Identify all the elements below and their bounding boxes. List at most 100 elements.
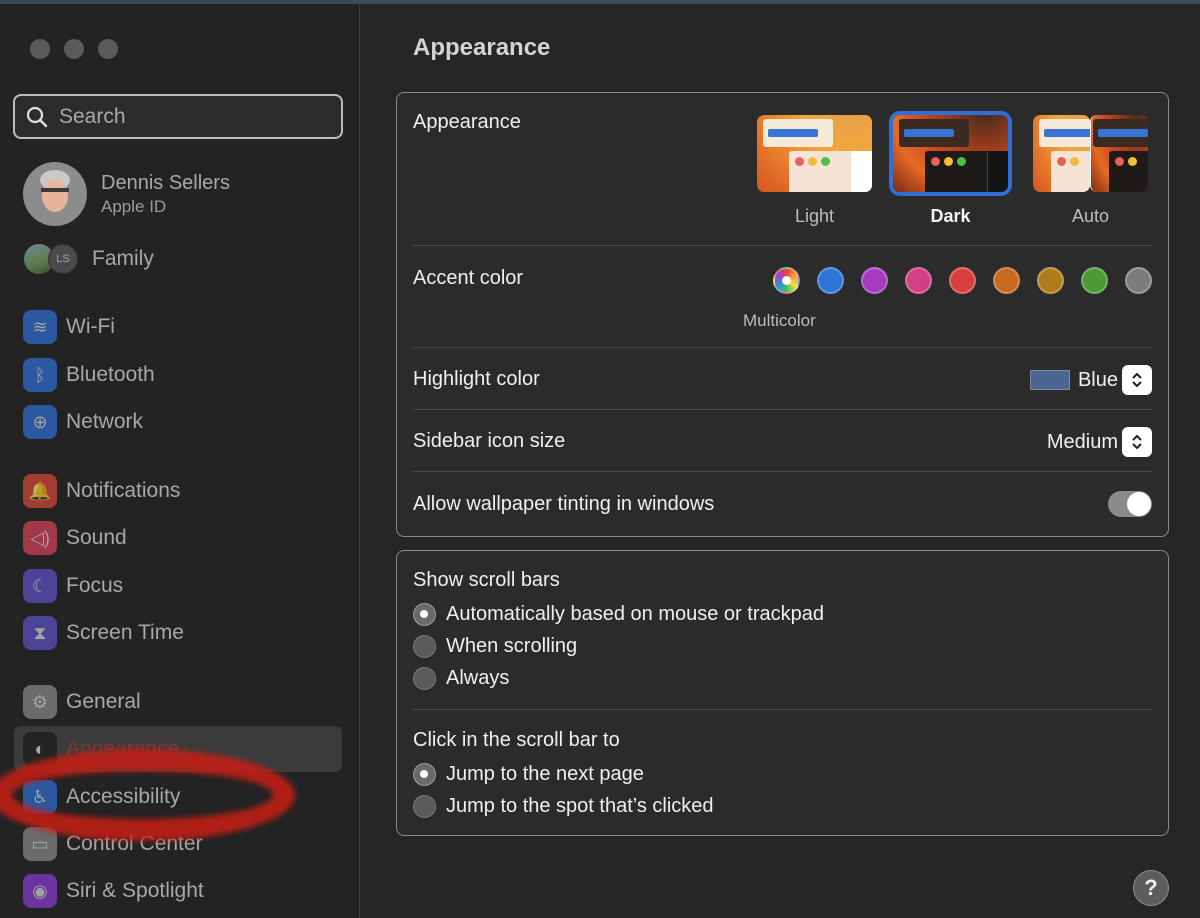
sidebar-item-general[interactable]: ⚙ General (14, 679, 342, 725)
accent-swatch-yellow[interactable] (1037, 267, 1064, 294)
theme-label-dark: Dark (930, 206, 971, 226)
radio-button[interactable] (413, 667, 436, 690)
theme-label-auto: Auto (1071, 206, 1110, 226)
family-member-initials: LS (48, 244, 78, 274)
control-center-icon: ▭ (23, 827, 57, 861)
sidebar-item-label: Notifications (66, 479, 181, 502)
accent-swatch-pink[interactable] (905, 267, 932, 294)
main-pane: Appearance Appearance Light Dark Auto Ac… (361, 4, 1200, 918)
sidebar: Dennis Sellers Apple ID LS Family ≋ Wi-Fi… (0, 4, 360, 918)
bell-icon: 🔔 (23, 474, 57, 508)
bluetooth-icon: ᛒ (23, 358, 57, 392)
sidebar-item-label: Control Center (66, 832, 203, 855)
speaker-icon: ◁) (23, 521, 57, 555)
sidebar-item-label: Siri & Spotlight (66, 879, 204, 902)
sidebar-item-bluetooth[interactable]: ᛒ Bluetooth (14, 352, 342, 398)
show-scroll-bars-label: Show scroll bars (413, 569, 560, 591)
theme-option-auto[interactable]: Auto (1029, 111, 1152, 227)
highlight-color-popup[interactable]: Blue (1029, 365, 1152, 395)
sidebar-item-sound[interactable]: ◁) Sound (14, 515, 342, 561)
divider (413, 409, 1152, 410)
account-name: Dennis Sellers (101, 171, 230, 194)
accent-swatch-red[interactable] (949, 267, 976, 294)
divider (413, 709, 1152, 710)
theme-label-light: Light (794, 206, 835, 226)
accent-swatch-purple[interactable] (861, 267, 888, 294)
minimize-button[interactable] (64, 39, 84, 59)
help-button[interactable]: ? (1133, 870, 1169, 906)
appearance-panel: Appearance Light Dark Auto Accent color … (396, 92, 1169, 537)
dark-thumbnail (893, 115, 1008, 192)
close-button[interactable] (30, 39, 50, 59)
sidebar-item-label: Wi-Fi (66, 315, 115, 338)
family-label: Family (92, 247, 154, 270)
accent-swatch-graphite[interactable] (1125, 267, 1152, 294)
wifi-icon: ≋ (23, 310, 57, 344)
radio-button[interactable] (413, 635, 436, 658)
wallpaper-tinting-toggle[interactable] (1108, 491, 1152, 517)
siri-icon: ◉ (23, 874, 57, 908)
accessibility-icon: ♿ (23, 780, 57, 814)
radio-option[interactable]: Jump to the next page (413, 763, 644, 786)
radio-button[interactable] (413, 763, 436, 786)
radio-label: When scrolling (446, 635, 578, 657)
family-item[interactable]: LS Family (24, 244, 154, 274)
radio-option[interactable]: Automatically based on mouse or trackpad (413, 603, 824, 626)
sidebar-item-control-center[interactable]: ▭ Control Center (14, 821, 342, 867)
sidebar-item-wi-fi[interactable]: ≋ Wi-Fi (14, 304, 342, 350)
accent-selected-name: Multicolor (743, 311, 816, 330)
sidebar-item-label: Focus (66, 574, 124, 597)
appearance-label: Appearance (413, 111, 521, 133)
avatar (23, 162, 87, 226)
sidebar-item-label: Sound (66, 526, 127, 549)
sidebar-item-accessibility[interactable]: ♿ Accessibility (14, 774, 342, 820)
divider (413, 347, 1152, 348)
sidebar-icon-size-popup[interactable]: Medium (1047, 427, 1152, 457)
sidebar-item-network[interactable]: ⊕ Network (14, 399, 342, 445)
traffic-lights (30, 39, 118, 59)
theme-option-light[interactable]: Light (753, 111, 876, 227)
sidebar-item-label: Appearance (66, 737, 180, 760)
account-subtitle: Apple ID (101, 196, 167, 216)
sidebar-item-siri-spotlight[interactable]: ◉ Siri & Spotlight (14, 868, 342, 914)
apple-id-account[interactable]: Dennis Sellers Apple ID (23, 162, 230, 226)
search-input[interactable] (59, 104, 319, 129)
sidebar-icon-size-value: Medium (1046, 430, 1118, 453)
sidebar-item-label: Bluetooth (66, 363, 155, 386)
sidebar-item-focus[interactable]: ☾ Focus (14, 563, 342, 609)
radio-label: Jump to the next page (446, 763, 644, 785)
highlight-color-label: Highlight color (413, 368, 540, 390)
radio-option[interactable]: When scrolling (413, 635, 577, 658)
wallpaper-tinting-label: Allow wallpaper tinting in windows (413, 493, 715, 515)
appearance-icon: ◐ (23, 732, 57, 766)
accent-color-swatches (773, 267, 1152, 294)
sidebar-item-label: Screen Time (66, 621, 184, 644)
zoom-button[interactable] (98, 39, 118, 59)
divider (413, 471, 1152, 472)
highlight-color-value: Blue (1077, 368, 1118, 391)
radio-button[interactable] (413, 795, 436, 818)
moon-icon: ☾ (23, 569, 57, 603)
hourglass-icon: ⧗ (23, 616, 57, 650)
scroll-bars-panel: Show scroll bars Automatically based on … (396, 550, 1169, 836)
globe-icon: ⊕ (23, 405, 57, 439)
accent-swatch-orange[interactable] (993, 267, 1020, 294)
accent-color-label: Accent color (413, 267, 524, 289)
radio-button[interactable] (413, 603, 436, 626)
sidebar-item-screen-time[interactable]: ⧗ Screen Time (14, 610, 342, 656)
chevron-updown-icon (1122, 427, 1152, 457)
sidebar-item-notifications[interactable]: 🔔 Notifications (14, 468, 342, 514)
accent-swatch-green[interactable] (1081, 267, 1108, 294)
accent-swatch-multicolor[interactable] (773, 267, 800, 294)
search-field[interactable] (13, 94, 343, 139)
search-icon (26, 106, 48, 127)
accent-swatch-blue[interactable] (817, 267, 844, 294)
theme-option-dark[interactable]: Dark (889, 111, 1012, 227)
radio-option[interactable]: Always (413, 667, 509, 690)
sidebar-item-label: Accessibility (66, 785, 181, 808)
highlight-color-swatch (1029, 370, 1070, 390)
radio-option[interactable]: Jump to the spot that’s clicked (413, 795, 714, 818)
memoji-icon (40, 170, 70, 212)
sidebar-item-appearance[interactable]: ◐ Appearance (14, 726, 342, 772)
auto-thumbnail (1033, 115, 1148, 192)
